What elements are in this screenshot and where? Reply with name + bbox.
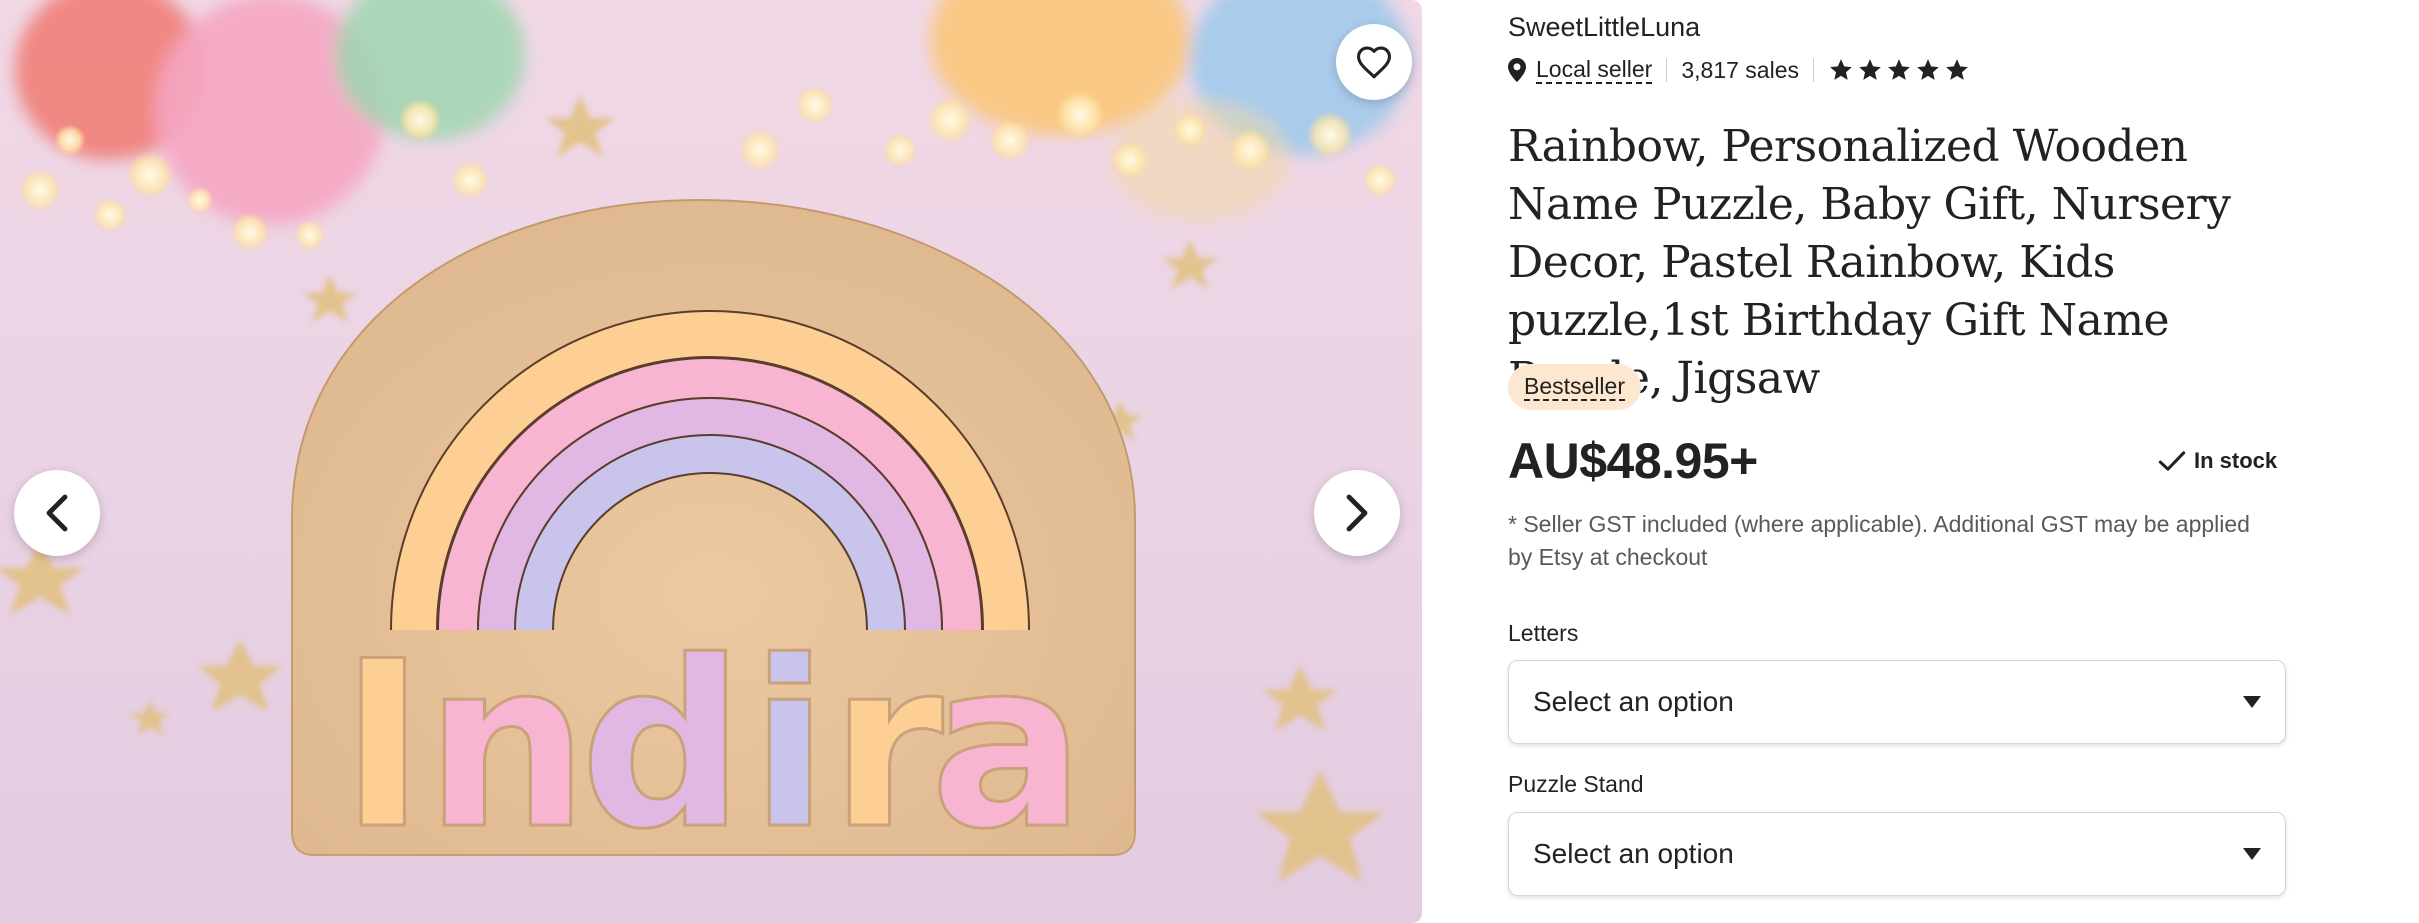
letters-label: Letters xyxy=(1508,620,1579,646)
image-gallery: I n d i r a xyxy=(0,0,1422,923)
divider xyxy=(1812,58,1814,82)
local-seller-link[interactable]: Local seller xyxy=(1536,56,1653,84)
favorite-button[interactable] xyxy=(1336,24,1412,100)
puzzle-stand-select-value: Select an option xyxy=(1533,838,1734,869)
sales-count: 3,817 sales xyxy=(1681,56,1799,83)
map-pin-icon xyxy=(1508,58,1526,82)
seller-info-row: Local seller 3,817 sales xyxy=(1508,56,1970,84)
photo-letter-n: n xyxy=(425,613,589,880)
star-icon xyxy=(1946,59,1968,80)
stock-status: In stock xyxy=(2158,448,2277,474)
gst-note: * Seller GST included (where applicable)… xyxy=(1508,511,2250,570)
stock-label: In stock xyxy=(2194,448,2278,473)
checkmark-icon xyxy=(2158,451,2186,471)
chevron-left-icon xyxy=(46,494,68,532)
star-icon xyxy=(1917,59,1939,80)
puzzle-stand-label: Puzzle Stand xyxy=(1508,771,1644,797)
listing-page: I n d i r a SweetLittleLuna Local seller… xyxy=(0,0,2419,923)
badge-label: Bestseller xyxy=(1524,373,1625,401)
price: AU$48.95+ xyxy=(1508,433,1758,489)
caret-down-icon xyxy=(2243,848,2261,860)
product-photo: I n d i r a xyxy=(0,0,1422,923)
star-rating[interactable] xyxy=(1828,57,1970,83)
caret-down-icon xyxy=(2243,696,2261,708)
star-icon xyxy=(1888,59,1910,80)
letters-select[interactable]: Select an option xyxy=(1508,660,2286,744)
heart-icon xyxy=(1357,46,1391,79)
photo-letter-i: I xyxy=(340,613,426,880)
star-icon xyxy=(1830,59,1852,80)
puzzle-stand-select[interactable]: Select an option xyxy=(1508,812,2286,896)
divider xyxy=(1666,58,1668,82)
letters-select-value: Select an option xyxy=(1533,686,1734,717)
previous-image-button[interactable] xyxy=(14,470,100,556)
photo-letter-i2: i xyxy=(750,613,829,880)
next-image-button[interactable] xyxy=(1314,470,1400,556)
photo-letter-d: d xyxy=(580,613,745,880)
shop-name-link[interactable]: SweetLittleLuna xyxy=(1508,12,1700,43)
chevron-right-icon xyxy=(1346,494,1368,532)
photo-letter-r: r xyxy=(830,613,943,880)
photo-letter-a: a xyxy=(930,613,1085,880)
bestseller-badge[interactable]: Bestseller xyxy=(1508,364,1641,410)
star-icon xyxy=(1859,59,1881,80)
